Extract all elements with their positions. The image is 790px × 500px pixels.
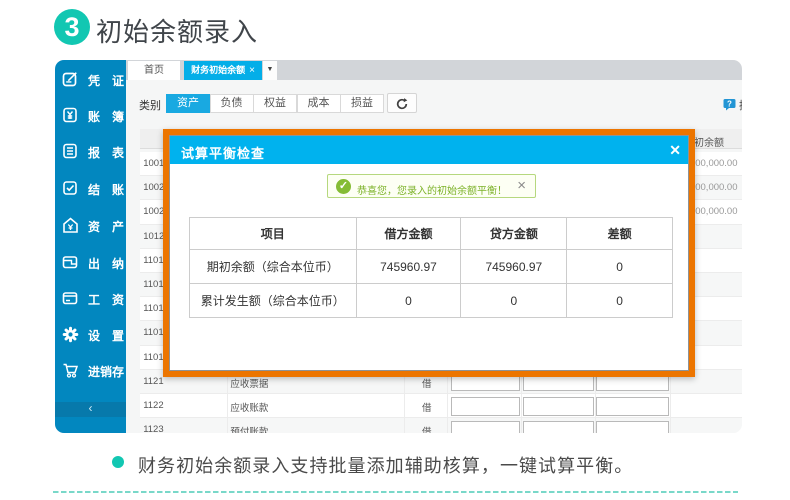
svg-text:?: ? [727, 100, 732, 109]
